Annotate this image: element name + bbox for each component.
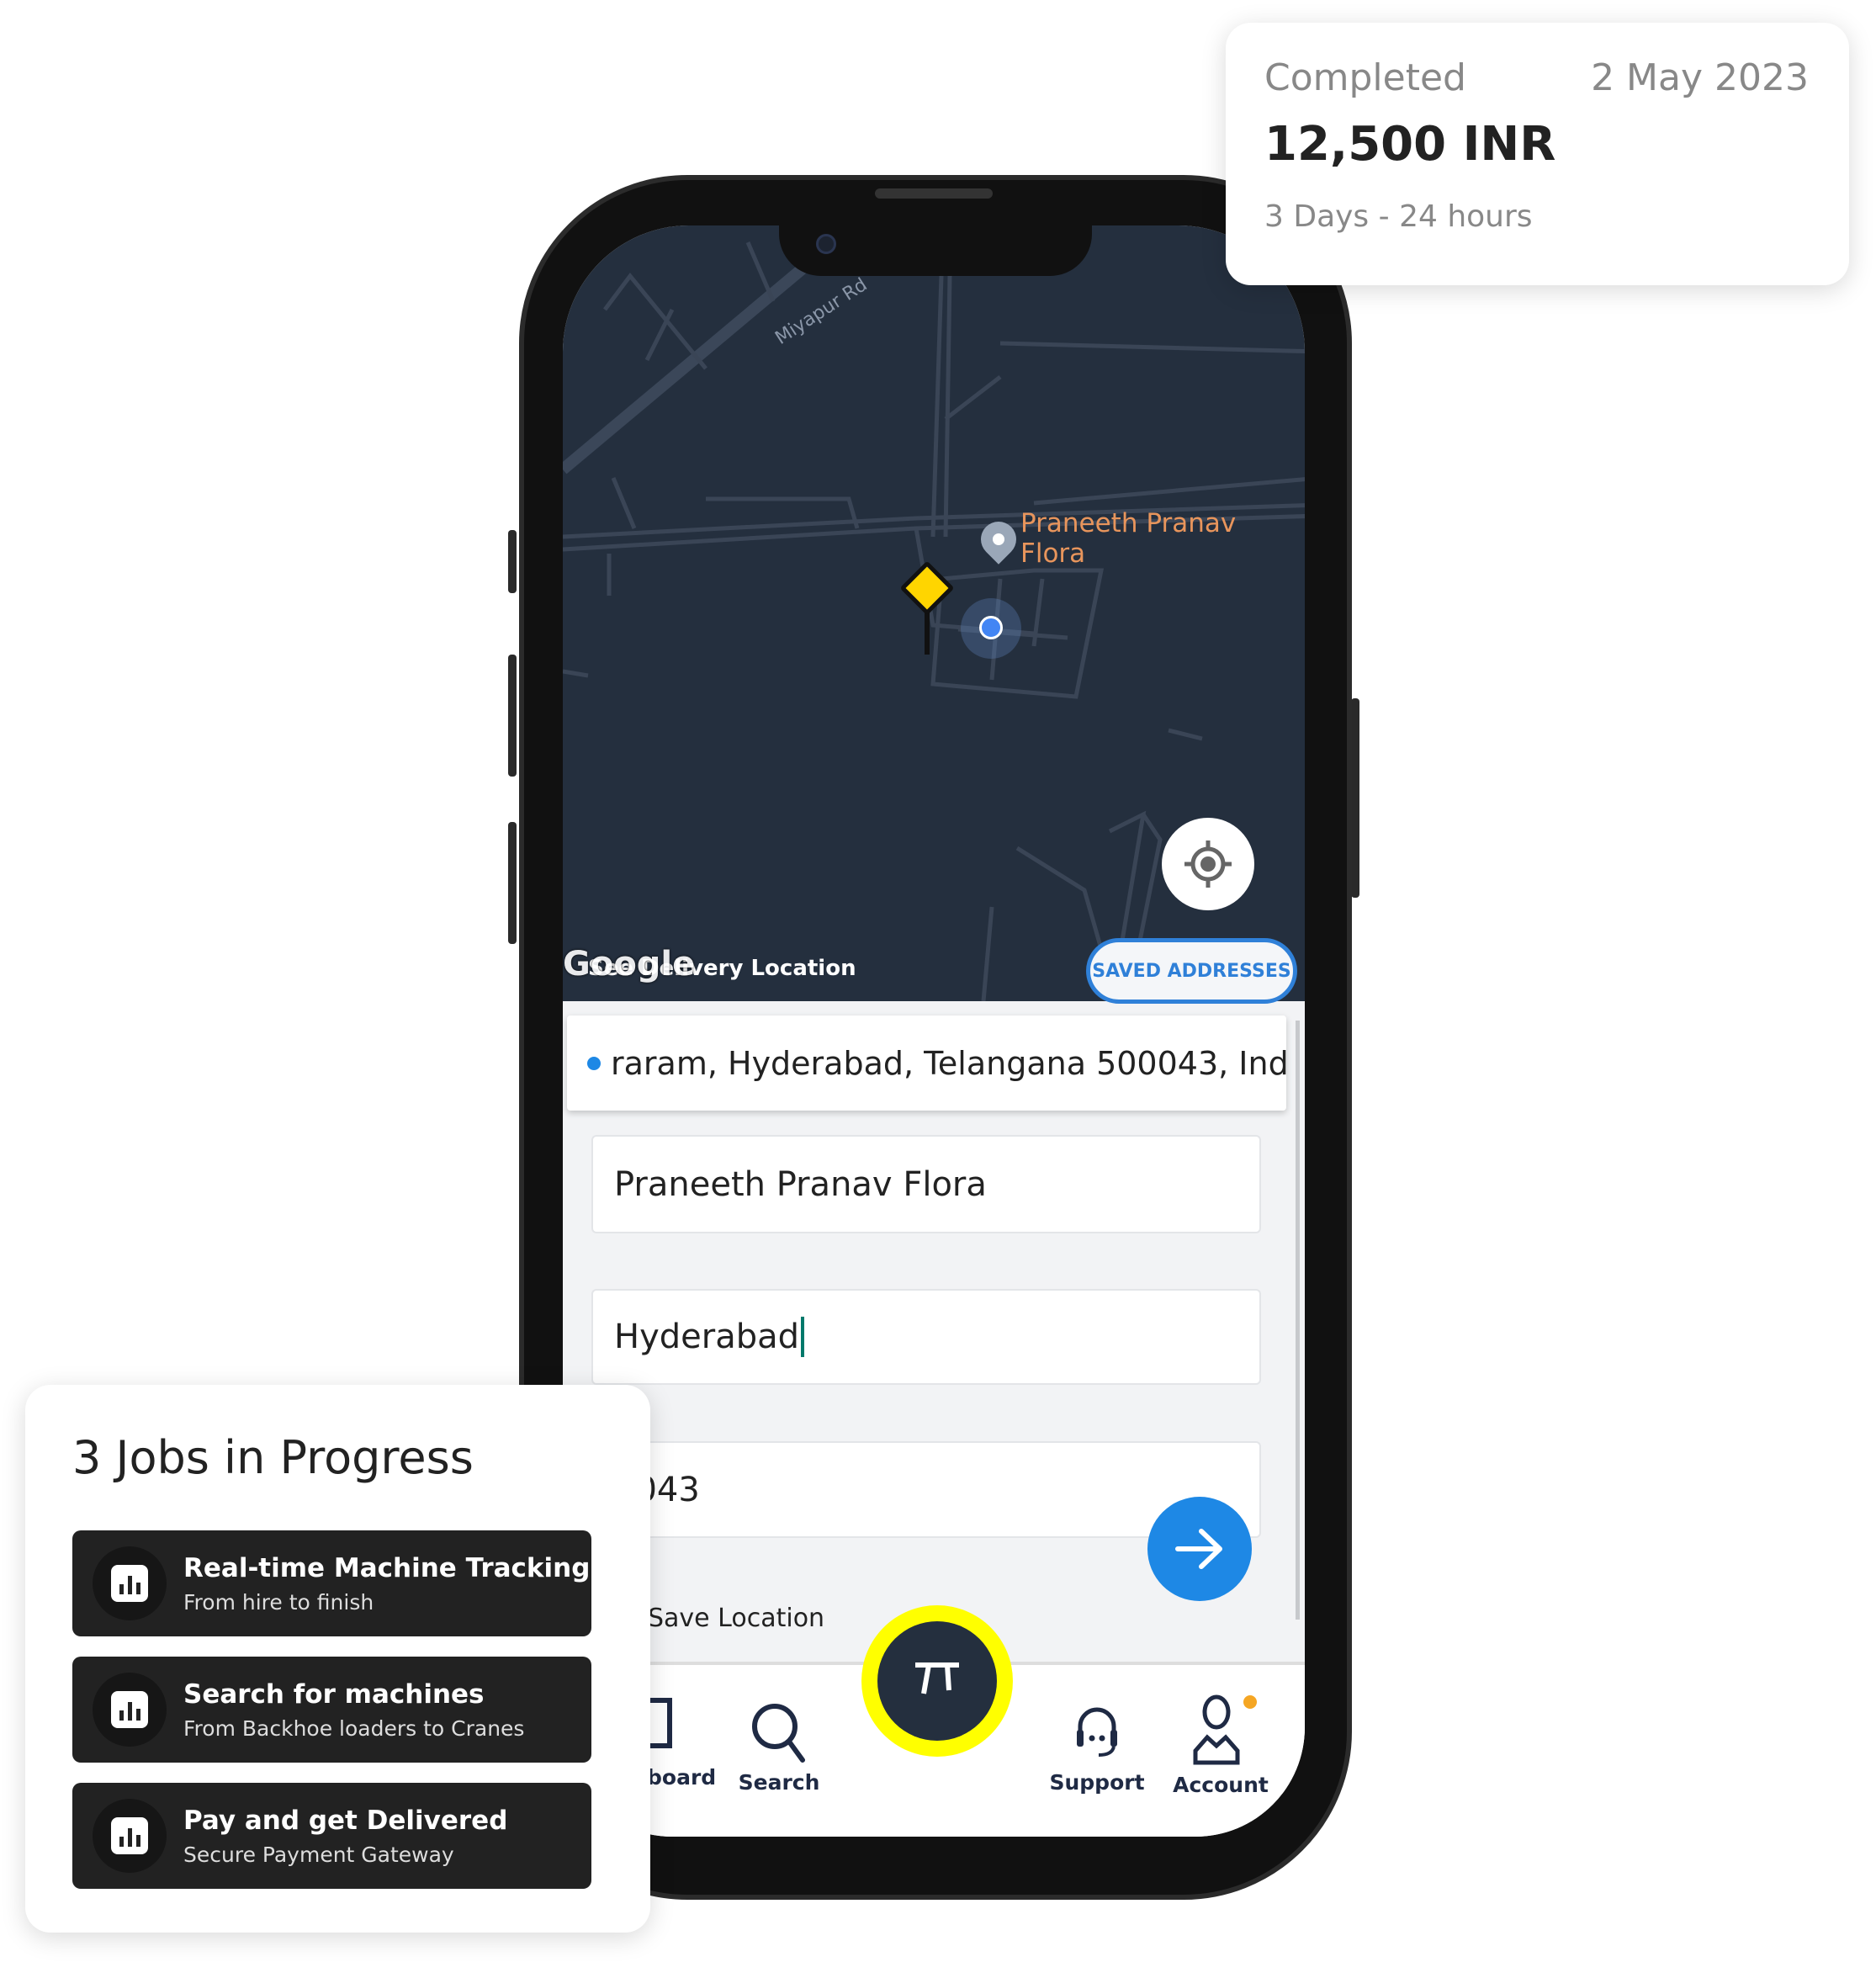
- nav-search[interactable]: Search: [729, 1700, 829, 1795]
- nav-search-label: Search: [738, 1770, 820, 1795]
- job-item[interactable]: Pay and get Delivered Secure Payment Gate…: [72, 1783, 591, 1889]
- place-name-input[interactable]: Praneeth Pranav Flora: [591, 1135, 1261, 1233]
- place-label[interactable]: Praneeth Pranav Flora: [1020, 508, 1305, 569]
- nav-dashboard[interactable]: board: [647, 1698, 731, 1790]
- job-item[interactable]: Search for machines From Backhoe loaders …: [72, 1657, 591, 1763]
- machine-logo-icon: [915, 1662, 959, 1694]
- nav-dashboard-label: board: [647, 1765, 717, 1790]
- job-subtitle: From hire to finish: [183, 1589, 374, 1615]
- chart-icon: [93, 1673, 167, 1747]
- job-subtitle: Secure Payment Gateway: [183, 1842, 454, 1867]
- chart-icon: [93, 1546, 167, 1620]
- volume-down-button: [508, 822, 517, 944]
- power-button: [1351, 698, 1359, 898]
- completed-date: 2 May 2023: [1591, 56, 1809, 99]
- nav-account[interactable]: Account: [1170, 1694, 1271, 1797]
- current-location-dot: [979, 616, 1003, 639]
- crosshair-icon: [1184, 840, 1232, 888]
- map[interactable]: Miyapur Rd Praneeth Pranav Flora See Del…: [563, 225, 1305, 1004]
- headset-icon: [1077, 1707, 1117, 1757]
- status-label: Completed: [1264, 56, 1466, 99]
- front-camera: [816, 234, 836, 254]
- address-text: raram, Hyderabad, Telangana 500043, Indi…: [611, 1044, 1286, 1082]
- job-title: Real-time Machine Tracking: [183, 1552, 591, 1583]
- city-value: Hyderabad: [614, 1318, 799, 1356]
- scrollbar[interactable]: [1296, 1021, 1300, 1620]
- speaker: [875, 188, 993, 199]
- location-dot-icon: [587, 1056, 601, 1070]
- my-location-button[interactable]: [1162, 818, 1254, 910]
- amount: 12,500 INR: [1264, 117, 1556, 172]
- jobs-title: 3 Jobs in Progress: [72, 1431, 474, 1484]
- next-button[interactable]: [1147, 1497, 1252, 1601]
- text-cursor: [801, 1317, 804, 1357]
- job-subtitle: From Backhoe loaders to Cranes: [183, 1715, 525, 1741]
- home-center-button[interactable]: [861, 1605, 1013, 1757]
- volume-up-button: [508, 655, 517, 777]
- notch: [779, 225, 1092, 276]
- search-icon: [752, 1704, 805, 1763]
- job-item[interactable]: Real-time Machine Tracking From hire to f…: [72, 1530, 591, 1636]
- saved-addresses-button[interactable]: SAVED ADDRESSES: [1086, 938, 1297, 1004]
- job-title: Pay and get Delivered: [183, 1805, 508, 1836]
- city-input[interactable]: Hyderabad: [591, 1289, 1261, 1385]
- job-title: Search for machines: [183, 1678, 485, 1710]
- nav-support-label: Support: [1049, 1770, 1145, 1795]
- completed-card: Completed 2 May 2023 12,500 INR 3 Days -…: [1226, 23, 1849, 285]
- duration: 3 Days - 24 hours: [1264, 199, 1533, 234]
- mute-switch: [508, 530, 517, 593]
- user-icon: [1193, 1694, 1257, 1765]
- nav-account-label: Account: [1173, 1773, 1269, 1797]
- save-location-label[interactable]: Save Location: [648, 1604, 824, 1633]
- google-logo: Google: [563, 945, 696, 984]
- arrow-right-icon: [1175, 1529, 1222, 1569]
- nav-support[interactable]: Support: [1047, 1700, 1147, 1795]
- phone-screen: Miyapur Rd Praneeth Pranav Flora See Del…: [563, 225, 1305, 1837]
- jobs-card: 3 Jobs in Progress Real-time Machine Tra…: [25, 1385, 650, 1933]
- address-search-field[interactable]: raram, Hyderabad, Telangana 500043, Indi…: [567, 1015, 1286, 1111]
- dashboard-icon: [647, 1698, 672, 1748]
- notification-dot: [1243, 1695, 1257, 1709]
- chart-icon: [93, 1799, 167, 1873]
